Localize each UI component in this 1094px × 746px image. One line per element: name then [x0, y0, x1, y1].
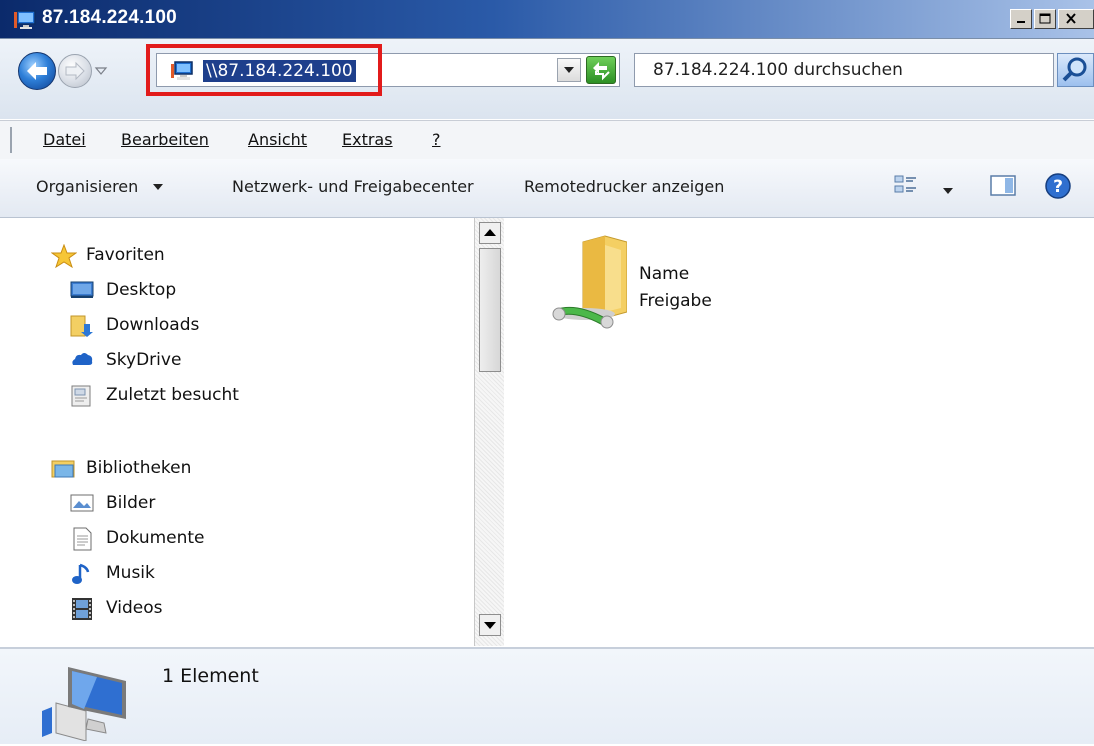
- title-bar: 87.184.224.100: [0, 0, 1094, 39]
- nav-label: Dokumente: [106, 528, 205, 548]
- shared-folder-icon: [545, 232, 628, 337]
- view-options-icon[interactable]: [893, 173, 919, 204]
- nav-label: Musik: [106, 563, 155, 583]
- nav-label: Zuletzt besucht: [106, 385, 239, 405]
- content-pane: Name Freigabe: [505, 218, 1094, 646]
- address-highlight-box: [146, 44, 382, 96]
- minimize-button[interactable]: [1010, 9, 1032, 29]
- window-title: 87.184.224.100: [42, 7, 177, 28]
- refresh-icon: [593, 62, 610, 81]
- item-type: Freigabe: [639, 291, 712, 311]
- search-input[interactable]: 87.184.224.100 durchsuchen: [634, 53, 1054, 87]
- forward-button[interactable]: [58, 54, 92, 88]
- nav-item-dokumente[interactable]: Dokumente: [0, 523, 300, 553]
- nav-label: Videos: [106, 598, 163, 618]
- scroll-thumb[interactable]: [479, 248, 501, 372]
- menubar-grip: [10, 127, 12, 153]
- music-note-icon: [70, 562, 94, 584]
- nav-item-skydrive[interactable]: SkyDrive: [0, 345, 300, 375]
- network-center-button[interactable]: Netzwerk- und Freigabecenter: [232, 177, 474, 196]
- nav-label: Downloads: [106, 315, 200, 335]
- nav-label: Favoriten: [86, 245, 165, 265]
- forward-arrow-icon: [65, 61, 85, 81]
- menu-extras[interactable]: Extras: [342, 130, 393, 149]
- network-computer-icon: [42, 663, 130, 746]
- menu-bearbeiten[interactable]: Bearbeiten: [121, 130, 209, 149]
- nav-item-desktop[interactable]: Desktop: [0, 275, 300, 305]
- back-arrow-icon: [27, 62, 47, 80]
- menu-ansicht[interactable]: Ansicht: [248, 130, 307, 149]
- remote-printers-button[interactable]: Remotedrucker anzeigen: [524, 177, 724, 196]
- organize-button[interactable]: Organisieren: [36, 177, 165, 196]
- menu-datei[interactable]: Datei: [43, 130, 86, 149]
- maximize-button[interactable]: [1034, 9, 1056, 29]
- item-count: 1 Element: [162, 665, 259, 687]
- details-pane: 1 Element: [0, 647, 1094, 744]
- downloads-folder-icon: [70, 314, 94, 337]
- navigation-pane: Favoriten Desktop Downloads SkyDrive Zul…: [0, 218, 480, 646]
- pictures-icon: [70, 492, 94, 514]
- command-bar: Organisieren Netzwerk- und Freigabecente…: [0, 159, 1094, 218]
- item-name: Name: [639, 264, 690, 284]
- star-icon: [50, 243, 78, 269]
- network-computer-icon: [14, 10, 38, 30]
- recent-places-icon: [70, 384, 94, 407]
- address-bar: \\87.184.224.100 87.184.224.100 durchsuc…: [0, 39, 1094, 119]
- nav-label: SkyDrive: [106, 350, 182, 370]
- nav-item-downloads[interactable]: Downloads: [0, 310, 300, 340]
- svg-text:?: ?: [1053, 177, 1063, 197]
- shared-folder-item[interactable]: Name Freigabe: [545, 228, 775, 338]
- history-dropdown-icon[interactable]: [94, 63, 108, 77]
- navigation-scrollbar[interactable]: [474, 218, 504, 646]
- view-dropdown-icon[interactable]: [941, 181, 955, 201]
- search-button[interactable]: [1057, 53, 1094, 87]
- nav-label: Bilder: [106, 493, 156, 513]
- libraries-icon: [51, 457, 75, 479]
- close-button[interactable]: [1058, 9, 1094, 29]
- nav-favorites[interactable]: Favoriten: [0, 240, 300, 270]
- address-dropdown-button[interactable]: [557, 58, 581, 82]
- preview-pane-icon[interactable]: [989, 173, 1017, 204]
- refresh-button[interactable]: [586, 56, 616, 84]
- scroll-down-button[interactable]: [479, 614, 501, 636]
- back-button[interactable]: [18, 52, 56, 90]
- desktop-icon: [70, 279, 94, 301]
- nav-item-musik[interactable]: Musik: [0, 558, 300, 588]
- nav-item-recent[interactable]: Zuletzt besucht: [0, 380, 300, 410]
- menu-bar: Datei Bearbeiten Ansicht Extras ?: [0, 120, 1094, 160]
- nav-label: Desktop: [106, 280, 177, 300]
- magnifier-icon: [1062, 57, 1087, 82]
- menu-help[interactable]: ?: [432, 130, 441, 149]
- documents-icon: [70, 527, 94, 551]
- nav-item-videos[interactable]: Videos: [0, 593, 300, 623]
- skydrive-cloud-icon: [70, 349, 94, 371]
- help-icon[interactable]: ?: [1044, 172, 1072, 205]
- videos-filmstrip-icon: [70, 597, 94, 620]
- nav-item-bilder[interactable]: Bilder: [0, 488, 300, 518]
- scroll-up-button[interactable]: [479, 222, 501, 244]
- nav-label: Bibliotheken: [86, 458, 192, 478]
- nav-libraries[interactable]: Bibliotheken: [0, 453, 300, 483]
- chevron-down-icon: [153, 184, 164, 190]
- search-placeholder: 87.184.224.100 durchsuchen: [653, 60, 903, 80]
